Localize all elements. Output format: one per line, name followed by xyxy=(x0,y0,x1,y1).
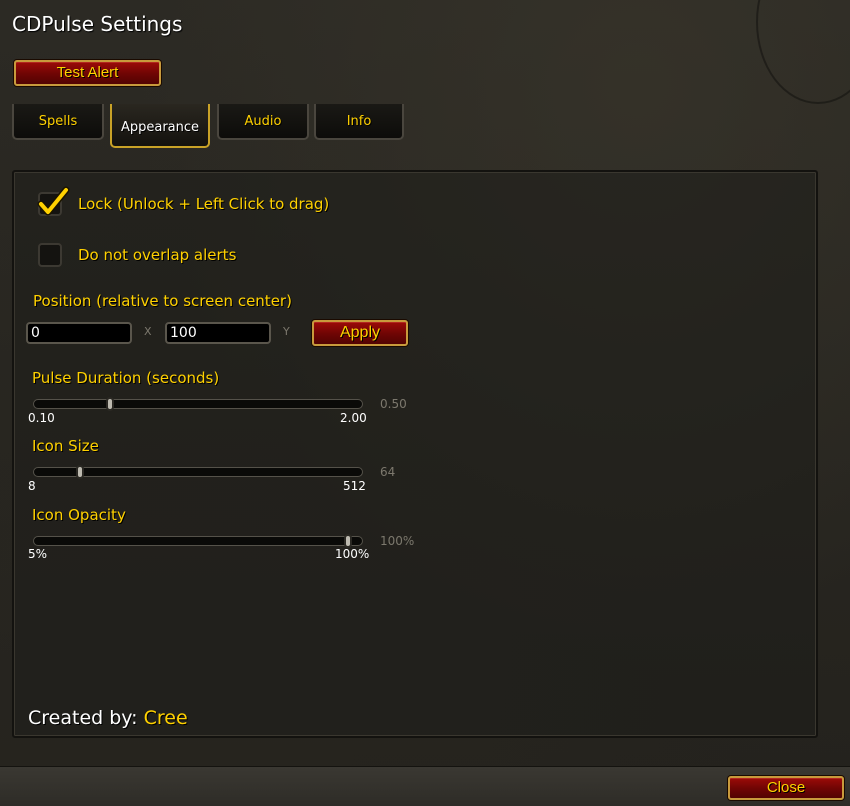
icon-opacity-label: Icon Opacity xyxy=(32,506,126,524)
pulse-duration-max: 2.00 xyxy=(340,411,367,425)
author-name: Cree xyxy=(143,707,188,729)
test-alert-button[interactable]: Test Alert xyxy=(14,60,161,86)
pulse-duration-min: 0.10 xyxy=(28,411,55,425)
credit-line: Created by: Cree xyxy=(28,707,188,729)
tab-info[interactable]: Info xyxy=(314,104,404,140)
icon-size-label: Icon Size xyxy=(32,437,99,455)
icon-size-value: 64 xyxy=(380,465,396,479)
pulse-duration-slider-thumb[interactable] xyxy=(105,397,114,411)
tab-audio[interactable]: Audio xyxy=(217,104,309,140)
x-axis-label: X xyxy=(144,325,152,338)
position-y-input[interactable] xyxy=(165,322,271,344)
window-title: CDPulse Settings xyxy=(12,12,183,36)
icon-opacity-slider[interactable] xyxy=(33,534,363,548)
tab-appearance[interactable]: Appearance xyxy=(110,104,210,148)
bottom-bar xyxy=(0,766,850,806)
y-axis-label: Y xyxy=(283,325,290,338)
icon-opacity-slider-thumb[interactable] xyxy=(344,534,352,548)
icon-opacity-max: 100% xyxy=(335,547,370,561)
pulse-duration-slider[interactable] xyxy=(33,397,363,411)
created-by-label: Created by: xyxy=(28,707,138,729)
no-overlap-label: Do not overlap alerts xyxy=(78,246,237,264)
icon-size-min: 8 xyxy=(28,479,36,493)
corner-decoration xyxy=(756,0,850,104)
icon-opacity-value: 100% xyxy=(380,534,415,548)
close-button[interactable]: Close xyxy=(728,776,844,800)
pulse-duration-label: Pulse Duration (seconds) xyxy=(32,369,220,387)
checkmark-icon xyxy=(37,186,70,216)
tab-spells[interactable]: Spells xyxy=(12,104,104,140)
icon-size-slider[interactable] xyxy=(33,465,363,479)
apply-button[interactable]: Apply xyxy=(312,320,408,346)
icon-size-max: 512 xyxy=(343,479,366,493)
lock-label: Lock (Unlock + Left Click to drag) xyxy=(78,195,330,213)
settings-window: CDPulse Settings Test Alert Spells Appea… xyxy=(0,0,850,806)
no-overlap-checkbox[interactable] xyxy=(38,243,62,267)
icon-opacity-min: 5% xyxy=(28,547,48,561)
icon-size-slider-thumb[interactable] xyxy=(75,465,84,479)
position-label: Position (relative to screen center) xyxy=(33,292,292,310)
position-x-input[interactable] xyxy=(26,322,132,344)
lock-checkbox[interactable] xyxy=(37,186,70,216)
pulse-duration-value: 0.50 xyxy=(380,397,407,411)
